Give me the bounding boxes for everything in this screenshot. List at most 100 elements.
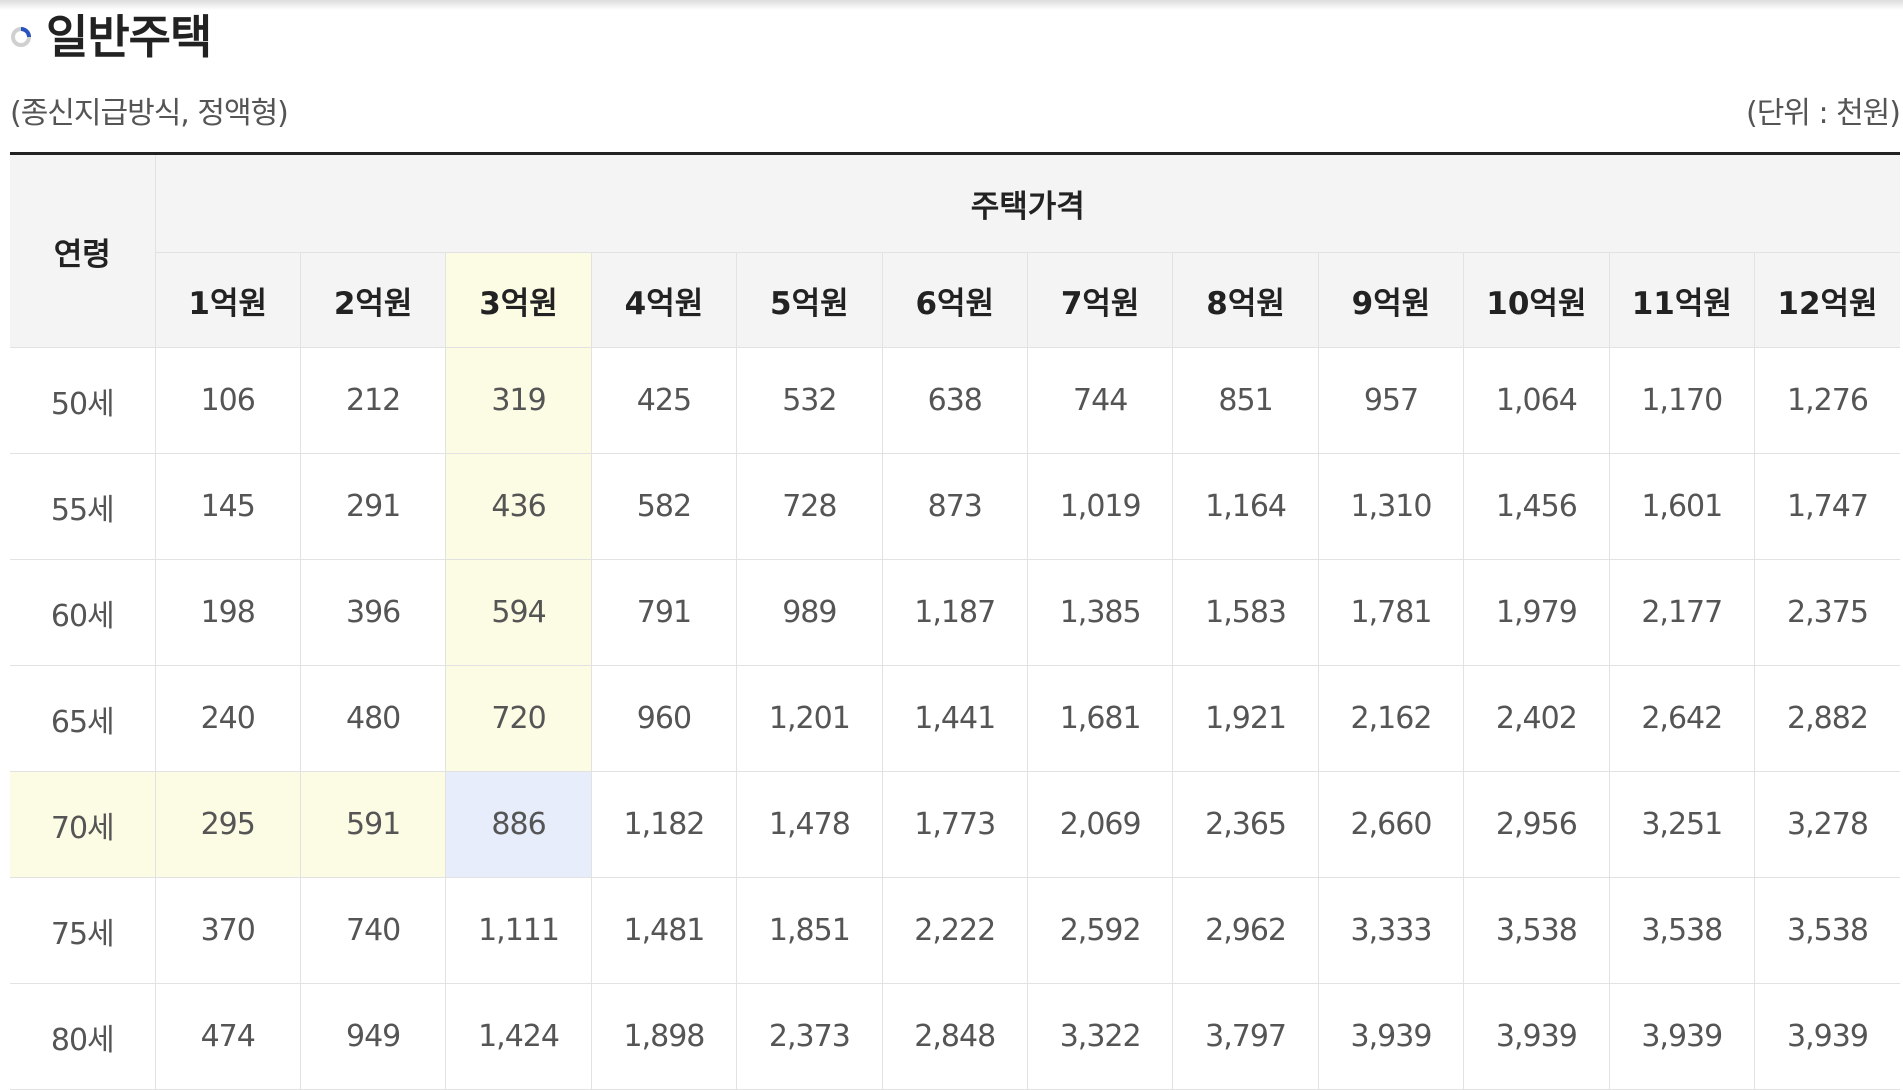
header-row-top: 연령 주택가격 xyxy=(10,153,1900,348)
pension-value-cell: 532 xyxy=(736,347,883,454)
ring-bullet-icon xyxy=(11,27,31,47)
pension-value-cell: 3,538 xyxy=(1753,877,1900,984)
page-title: 일반주택 xyxy=(46,10,212,64)
pension-value-cell: 396 xyxy=(299,559,447,666)
pension-value-cell: 3,797 xyxy=(1172,983,1319,1090)
table-row: 60세 198 396 594 791 989 1,187 1,385 1,583 1,781 1,… xyxy=(10,559,1900,666)
pension-value-cell: 212 xyxy=(299,347,447,454)
pension-value-cell: 1,064 xyxy=(1463,347,1610,454)
pension-value-cell: 1,456 xyxy=(1463,453,1610,560)
pension-value-cell: 145 xyxy=(154,453,301,560)
pension-value-cell: 1,276 xyxy=(1753,347,1900,454)
pension-value-cell: 1,781 xyxy=(1317,559,1465,666)
price-column-header: 11억원 xyxy=(1608,252,1755,348)
pension-value-cell: 594 xyxy=(445,559,592,666)
pension-value-cell: 638 xyxy=(881,347,1028,454)
pension-value-cell: 240 xyxy=(154,665,301,772)
table-row: 75세 370 740 1,111 1,481 1,851 2,222 2,592 2,962 3… xyxy=(10,877,1900,984)
age-cell: 60세 xyxy=(10,559,156,666)
pension-value-cell: 1,601 xyxy=(1608,453,1755,560)
pension-value-cell: 1,201 xyxy=(736,665,883,772)
age-column-header: 연령 xyxy=(10,153,156,348)
unit-note: (단위 : 천원) xyxy=(1746,96,1901,131)
price-column-header: 10억원 xyxy=(1463,252,1610,348)
pension-value-cell: 1,170 xyxy=(1608,347,1755,454)
pension-value-cell: 370 xyxy=(154,877,301,984)
pension-value-cell: 3,939 xyxy=(1317,983,1465,1090)
pension-value-cell: 1,921 xyxy=(1172,665,1319,772)
pension-value-cell: 1,583 xyxy=(1172,559,1319,666)
price-header-row: 1억원 2억원 3억원 4억원 5억원 6억원 7억원 8억원 9억원 10억원 11억원 12억원 xyxy=(10,252,1900,348)
pension-value-cell: 791 xyxy=(590,559,738,666)
pension-value-cell: 1,385 xyxy=(1026,559,1174,666)
pension-value-cell: 436 xyxy=(445,453,592,560)
pension-value-cell: 3,939 xyxy=(1753,983,1900,1090)
pension-value-cell: 1,851 xyxy=(736,877,883,984)
pension-value-cell: 1,478 xyxy=(736,771,883,878)
price-group-header: 주택가격 xyxy=(154,153,1900,253)
age-cell: 70세 xyxy=(10,771,156,878)
pension-value-cell: 2,956 xyxy=(1463,771,1610,878)
price-column-header: 12억원 xyxy=(1753,252,1900,348)
pension-value-cell: 3,333 xyxy=(1317,877,1465,984)
pension-value-cell: 3,538 xyxy=(1608,877,1755,984)
pension-value-cell: 1,111 xyxy=(445,877,592,984)
age-cell: 80세 xyxy=(10,983,156,1090)
pension-value-cell: 2,882 xyxy=(1753,665,1900,772)
pension-value-cell: 291 xyxy=(299,453,447,560)
pension-value-cell: 3,939 xyxy=(1608,983,1755,1090)
pension-value-cell: 198 xyxy=(154,559,301,666)
table-row: 55세 145 291 436 582 728 873 1,019 1,164 1,310 1,45… xyxy=(10,453,1900,560)
pension-value-cell: 3,538 xyxy=(1463,877,1610,984)
pension-value-cell: 591 xyxy=(299,771,447,878)
price-column-header: 2억원 xyxy=(299,252,447,348)
pension-value-cell: 3,322 xyxy=(1026,983,1174,1090)
table-row: 80세 474 949 1,424 1,898 2,373 2,848 3,322 3,797 3… xyxy=(10,983,1900,1090)
pension-value-cell: 319 xyxy=(445,347,592,454)
pension-value-cell: 1,164 xyxy=(1172,453,1319,560)
pension-value-cell: 1,441 xyxy=(881,665,1028,772)
pension-value-cell: 989 xyxy=(736,559,883,666)
pension-value-cell: 1,310 xyxy=(1317,453,1465,560)
pension-value-cell: 2,592 xyxy=(1026,877,1174,984)
pension-value-cell: 728 xyxy=(736,453,883,560)
price-column-header: 5억원 xyxy=(736,252,883,348)
pension-value-cell: 2,642 xyxy=(1608,665,1755,772)
pension-value-cell: 2,365 xyxy=(1172,771,1319,878)
table-body: 50세 106 212 319 425 532 638 744 851 957 1,064 1,170… xyxy=(10,347,1900,1090)
pension-value-cell: 1,747 xyxy=(1753,453,1900,560)
pension-value-cell: 2,177 xyxy=(1608,559,1755,666)
pension-value-cell: 106 xyxy=(154,347,301,454)
pension-value-cell: 873 xyxy=(881,453,1028,560)
age-cell: 75세 xyxy=(10,877,156,984)
price-column-header: 8억원 xyxy=(1172,252,1319,348)
table-row: 70세 295 591 886 1,182 1,478 1,773 2,069 2,365 2,6… xyxy=(10,771,1900,878)
age-cell: 55세 xyxy=(10,453,156,560)
pension-value-cell: 740 xyxy=(299,877,447,984)
section-header: 일반주택 xyxy=(10,4,212,64)
pension-value-cell: 2,402 xyxy=(1463,665,1610,772)
pension-value-cell: 960 xyxy=(590,665,738,772)
pension-value-cell: 2,660 xyxy=(1317,771,1465,878)
pension-value-cell: 480 xyxy=(299,665,447,772)
pension-value-cell: 2,162 xyxy=(1317,665,1465,772)
pension-value-cell: 295 xyxy=(154,771,301,878)
price-column-header: 7억원 xyxy=(1026,252,1174,348)
pension-value-cell: 2,962 xyxy=(1172,877,1319,984)
price-column-header: 9억원 xyxy=(1317,252,1465,348)
table-row: 65세 240 480 720 960 1,201 1,441 1,681 1,921 2,162… xyxy=(10,665,1900,772)
pension-value-cell: 2,069 xyxy=(1026,771,1174,878)
price-column-header: 6억원 xyxy=(881,252,1028,348)
pension-value-cell: 3,251 xyxy=(1608,771,1755,878)
pension-value-cell: 720 xyxy=(445,665,592,772)
age-cell: 50세 xyxy=(10,347,156,454)
pension-value-cell: 1,773 xyxy=(881,771,1028,878)
pension-value-cell: 2,848 xyxy=(881,983,1028,1090)
pension-value-cell: 1,182 xyxy=(590,771,738,878)
pension-value-cell: 2,373 xyxy=(736,983,883,1090)
pension-value-cell: 474 xyxy=(154,983,301,1090)
pension-value-cell: 3,939 xyxy=(1463,983,1610,1090)
age-cell: 65세 xyxy=(10,665,156,772)
pension-value-cell: 851 xyxy=(1172,347,1319,454)
pension-value-cell: 425 xyxy=(590,347,738,454)
